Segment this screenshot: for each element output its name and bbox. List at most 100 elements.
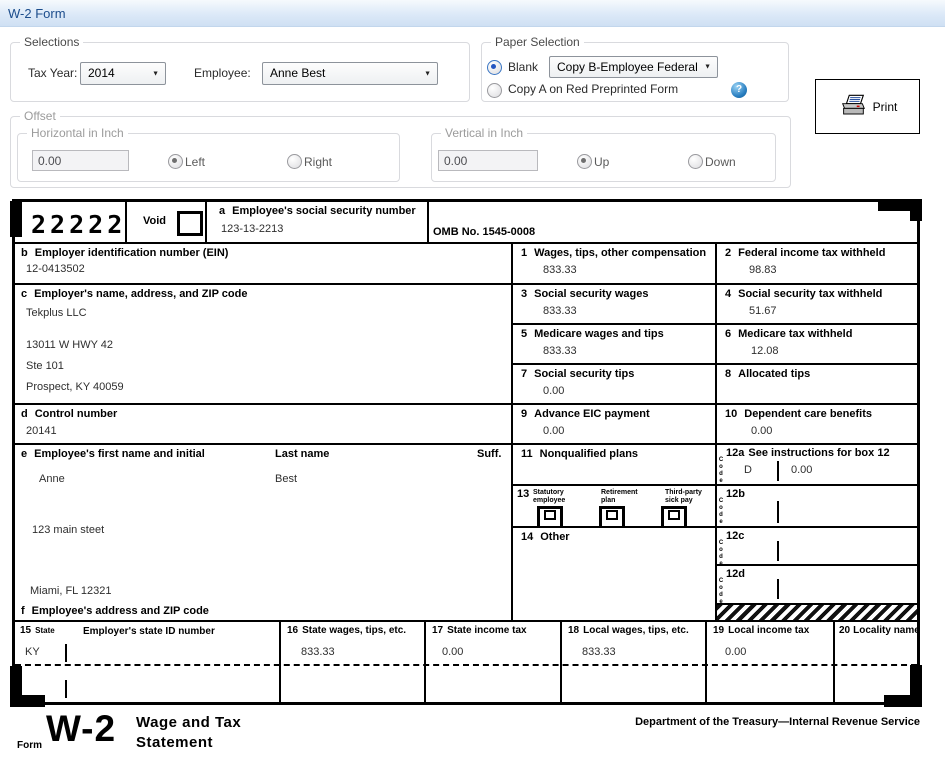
box-number: 1 xyxy=(521,247,528,259)
corner-mark xyxy=(10,695,45,707)
box-letter: b xyxy=(21,247,28,259)
box-7: 7 Social security tips 0.00 xyxy=(513,365,717,405)
box-15-state: 15 State Employer's state ID number KY xyxy=(15,622,281,702)
offset-right-radio[interactable] xyxy=(287,154,302,169)
box-8: 8 Allocated tips xyxy=(717,365,917,405)
box-number: 7 xyxy=(521,368,528,380)
footer-w2-logo: W-2 xyxy=(46,708,117,749)
offset-down-label: Down xyxy=(705,155,736,169)
box-number: 8 xyxy=(725,368,732,380)
box-number: 20 xyxy=(839,625,851,636)
last-name-label: Last name xyxy=(275,448,330,460)
offset-left-radio[interactable] xyxy=(168,154,183,169)
box-label: Allocated tips xyxy=(738,368,811,380)
code-divider xyxy=(777,461,779,481)
code-divider xyxy=(777,579,779,599)
box-4-value: 51.67 xyxy=(749,305,777,317)
box-label: See instructions for box 12 xyxy=(748,447,890,459)
footer-title-line1: Wage and Tax xyxy=(136,714,242,731)
radio-dot xyxy=(581,158,586,163)
print-button[interactable]: Print xyxy=(815,79,920,134)
box-18: 18 Local wages, tips, etc. 833.33 xyxy=(562,622,707,702)
ssn-value: 123-13-2213 xyxy=(221,223,284,235)
box-20: 20 Locality name xyxy=(835,622,920,702)
box-number: 12c xyxy=(726,530,745,542)
radio-dot xyxy=(172,158,177,163)
code-vertical-label: Code xyxy=(718,498,724,526)
window-title: W-2 Form xyxy=(8,6,66,21)
footer-title-line2: Statement xyxy=(136,734,214,751)
box-label: Other xyxy=(540,531,570,543)
box-5: 5 Medicare wages and tips 833.33 xyxy=(513,325,717,365)
offset-up-label: Up xyxy=(594,155,610,169)
last-name-value: Best xyxy=(275,473,298,485)
box-letter: c xyxy=(21,288,28,300)
tax-year-dropdown[interactable]: 2014 ▼ xyxy=(80,62,166,85)
copy-a-radio-label: Copy A on Red Preprinted Form xyxy=(508,82,679,96)
state-row-divider xyxy=(15,664,917,666)
box-letter: e xyxy=(21,448,28,460)
retirement-plan-label: Retirement plan xyxy=(601,489,638,504)
void-checkbox[interactable] xyxy=(177,211,203,236)
copy-a-radio[interactable] xyxy=(487,83,502,98)
box-label: Local income tax xyxy=(728,625,810,636)
horizontal-offset-input[interactable] xyxy=(32,150,129,171)
box-letter: f xyxy=(21,605,25,617)
help-icon[interactable]: ? xyxy=(731,82,747,98)
employee-value: Anne Best xyxy=(270,66,326,80)
code-divider xyxy=(777,541,779,561)
third-party-sick-pay-checkbox[interactable] xyxy=(661,506,687,529)
form-code-22222: 22222 xyxy=(31,210,127,239)
box-6: 6 Medicare tax withheld 12.08 xyxy=(717,325,917,365)
box-label: Control number xyxy=(34,408,118,420)
box-number: 9 xyxy=(521,408,528,420)
box-label: Employer's name, address, and ZIP code xyxy=(34,288,248,300)
corner-mark xyxy=(10,201,22,237)
code-vertical-label: Code xyxy=(718,578,724,606)
radio-dot xyxy=(491,64,496,69)
box-9-value: 0.00 xyxy=(543,425,565,437)
box-17: 17 State income tax 0.00 xyxy=(426,622,562,702)
box-12c: Code 12c xyxy=(717,528,917,568)
offset-down-radio[interactable] xyxy=(688,154,703,169)
box-number: 11 xyxy=(521,448,533,460)
box-16-value: 833.33 xyxy=(301,646,335,658)
box-12a: Code 12a See instructions for box 12 D 0.… xyxy=(717,445,917,486)
box-label: State wages, tips, etc. xyxy=(302,625,407,636)
omb-box: OMB No. 1545-0008 xyxy=(429,202,917,244)
box-6-value: 12.08 xyxy=(751,345,779,357)
box-4: 4 Social security tax withheld 51.67 xyxy=(717,285,917,325)
box-label: Advance EIC payment xyxy=(534,408,650,420)
blank-radio[interactable] xyxy=(487,60,502,75)
box-c-employer: c Employer's name, address, and ZIP code … xyxy=(15,285,513,405)
window-titlebar: W-2 Form xyxy=(0,0,945,27)
code-vertical-label: Code xyxy=(718,540,724,568)
retirement-plan-checkbox[interactable] xyxy=(599,506,625,529)
employer-address1: 13011 W HWY 42 xyxy=(26,339,114,351)
box-number: 12d xyxy=(726,568,745,580)
offset-group-label: Offset xyxy=(20,109,60,123)
box-2-value: 98.83 xyxy=(749,264,777,276)
vertical-offset-input[interactable] xyxy=(438,150,538,171)
employer-address2: Ste 101 xyxy=(26,360,64,372)
first-name-value: Anne xyxy=(39,473,65,485)
w2-form-window: W-2 Form Selections Tax Year: 2014 ▼ Emp… xyxy=(0,0,945,766)
box-label: Employee's social security number xyxy=(232,205,416,217)
corner-mark xyxy=(884,695,922,707)
box-label: Dependent care benefits xyxy=(744,408,873,420)
blank-radio-label: Blank xyxy=(508,60,539,74)
suffix-label: Suff. xyxy=(477,448,502,460)
copy-type-dropdown[interactable]: Copy B-Employee Federal ▼ xyxy=(549,56,718,78)
box-number: 4 xyxy=(725,288,732,300)
footer-form-word: Form xyxy=(17,740,42,751)
employee-dropdown[interactable]: Anne Best ▼ xyxy=(262,62,438,85)
offset-up-radio[interactable] xyxy=(577,154,592,169)
box-19: 19 Local income tax 0.00 xyxy=(707,622,835,702)
statutory-employee-checkbox[interactable] xyxy=(537,506,563,529)
box-number: 6 xyxy=(725,328,732,340)
box-number: 19 xyxy=(713,625,725,636)
box-14: 14 Other xyxy=(513,528,717,622)
box-10: 10 Dependent care benefits 0.00 xyxy=(717,405,917,445)
box-number: 2 xyxy=(725,247,732,259)
tax-year-label: Tax Year: xyxy=(28,66,78,80)
